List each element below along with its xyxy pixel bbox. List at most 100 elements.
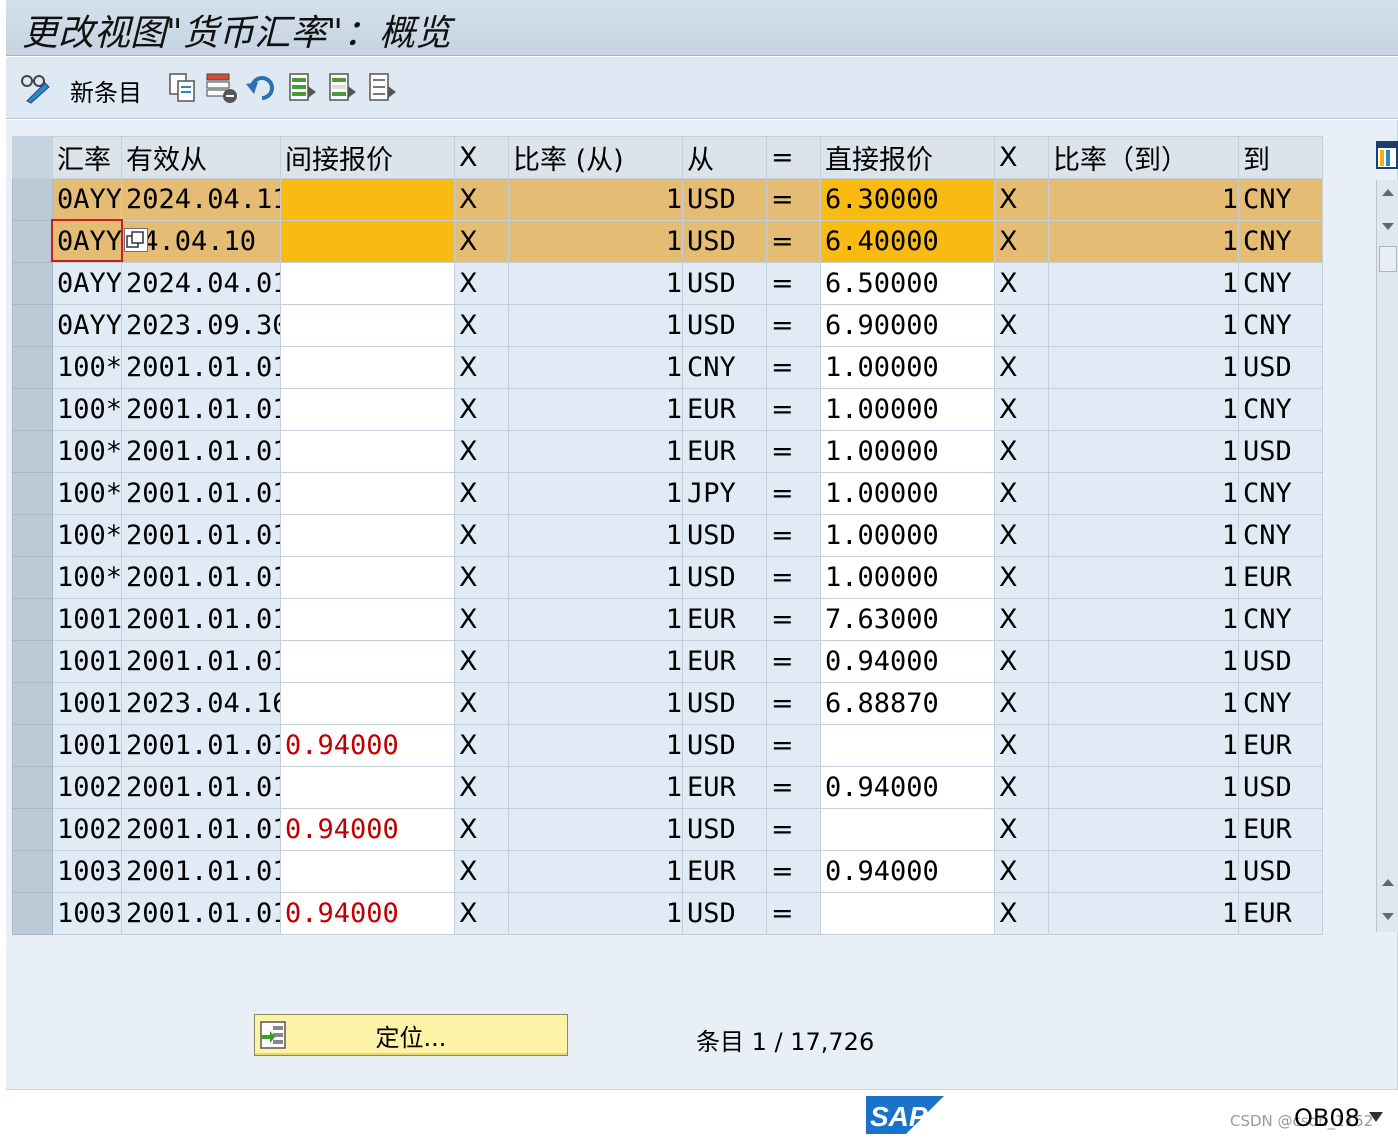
indirect-quote-cell[interactable] xyxy=(280,682,455,725)
select-all-cell[interactable] xyxy=(12,136,53,179)
direct-quote-cell[interactable] xyxy=(820,724,995,767)
row-selector[interactable] xyxy=(12,892,53,935)
table-row[interactable]: 1002 2001.01.01 0.94000 X 1 USD = X 1 EUR xyxy=(12,808,1323,851)
table-row[interactable]: 1002 2001.01.01 X 1 EUR = 0.94000 X 1 USD xyxy=(12,766,1323,809)
direct-quote-cell[interactable]: 6.90000 xyxy=(820,304,995,347)
row-selector[interactable] xyxy=(12,220,53,263)
column-header-rate-type[interactable]: 汇率 xyxy=(52,136,122,179)
indirect-quote-cell[interactable] xyxy=(280,304,455,347)
vertical-scrollbar[interactable] xyxy=(1376,180,1398,932)
table-row[interactable]: 1001 2001.01.01 X 1 EUR = 0.94000 X 1 USD xyxy=(12,640,1323,683)
column-header-ratio-from[interactable]: 比率 (从) xyxy=(508,136,683,179)
row-selector[interactable] xyxy=(12,388,53,431)
direct-quote-cell[interactable]: 1.00000 xyxy=(820,514,995,557)
indirect-quote-cell[interactable]: 0.94000 xyxy=(280,808,455,851)
row-selector[interactable] xyxy=(12,850,53,893)
row-selector[interactable] xyxy=(12,724,53,767)
table-row[interactable]: 100* 2001.01.01 X 1 JPY = 1.00000 X 1 CNY xyxy=(12,472,1323,515)
new-entries-button[interactable]: 新条目 xyxy=(70,73,142,108)
undo-icon[interactable] xyxy=(244,71,280,105)
row-selector[interactable] xyxy=(12,304,53,347)
indirect-quote-cell[interactable] xyxy=(280,220,455,263)
display-change-icon[interactable] xyxy=(18,71,54,105)
table-row[interactable]: 100* 2001.01.01 X 1 USD = 1.00000 X 1 EUR xyxy=(12,556,1323,599)
scroll-bottom-icon[interactable] xyxy=(1381,910,1395,922)
direct-quote-cell[interactable]: 0.94000 xyxy=(820,640,995,683)
table-row[interactable]: 1003 2001.01.01 X 1 EUR = 0.94000 X 1 USD xyxy=(12,850,1323,893)
table-row[interactable]: 0AYY 24.04.10 X 1 USD = 6.40000 X 1 CNY xyxy=(12,220,1323,263)
row-selector[interactable] xyxy=(12,178,53,221)
direct-quote-cell[interactable] xyxy=(820,892,995,935)
row-selector[interactable] xyxy=(12,640,53,683)
table-row[interactable]: 0AYY 2023.09.30 X 1 USD = 6.90000 X 1 CNY xyxy=(12,304,1323,347)
direct-quote-cell[interactable]: 6.40000 xyxy=(820,220,995,263)
column-header-ratio-to[interactable]: 比率（到） xyxy=(1048,136,1239,179)
indirect-quote-cell[interactable] xyxy=(280,766,455,809)
column-header-indirect-quote[interactable]: 间接报价 xyxy=(280,136,455,179)
direct-quote-cell[interactable]: 7.63000 xyxy=(820,598,995,641)
indirect-quote-cell[interactable]: 0.94000 xyxy=(280,724,455,767)
table-row[interactable]: 100* 2001.01.01 X 1 CNY = 1.00000 X 1 USD xyxy=(12,346,1323,389)
row-selector[interactable] xyxy=(12,430,53,473)
table-row[interactable]: 100* 2001.01.01 X 1 EUR = 1.00000 X 1 CNY xyxy=(12,388,1323,431)
select-block-icon[interactable] xyxy=(326,71,360,105)
indirect-quote-cell[interactable] xyxy=(280,388,455,431)
scroll-up-icon[interactable] xyxy=(1381,220,1395,232)
row-selector[interactable] xyxy=(12,262,53,305)
indirect-quote-cell[interactable] xyxy=(280,262,455,305)
direct-quote-cell[interactable]: 6.50000 xyxy=(820,262,995,305)
indirect-quote-cell[interactable]: 0.94000 xyxy=(280,892,455,935)
position-button[interactable]: 定位... xyxy=(254,1014,568,1056)
column-header-valid-from[interactable]: 有效从 xyxy=(121,136,281,179)
scroll-thumb[interactable] xyxy=(1379,246,1397,272)
indirect-quote-cell[interactable] xyxy=(280,178,455,221)
chevron-down-icon[interactable] xyxy=(1368,1110,1384,1124)
row-selector[interactable] xyxy=(12,472,53,515)
row-selector[interactable] xyxy=(12,598,53,641)
direct-quote-cell[interactable]: 1.00000 xyxy=(820,346,995,389)
row-selector[interactable] xyxy=(12,682,53,725)
table-row[interactable]: 1003 2001.01.01 0.94000 X 1 USD = X 1 EUR xyxy=(12,892,1323,935)
column-header-direct-quote[interactable]: 直接报价 xyxy=(820,136,995,179)
direct-quote-cell[interactable]: 6.88870 xyxy=(820,682,995,725)
column-header-to[interactable]: 到 xyxy=(1238,136,1323,179)
direct-quote-cell[interactable]: 0.94000 xyxy=(820,850,995,893)
table-row[interactable]: 100* 2001.01.01 X 1 EUR = 1.00000 X 1 USD xyxy=(12,430,1323,473)
indirect-quote-cell[interactable] xyxy=(280,640,455,683)
direct-quote-cell[interactable]: 1.00000 xyxy=(820,430,995,473)
delete-icon[interactable] xyxy=(204,71,240,105)
table-row[interactable]: 1001 2023.04.16 X 1 USD = 6.88870 X 1 CNY xyxy=(12,682,1323,725)
direct-quote-cell[interactable]: 1.00000 xyxy=(820,472,995,515)
deselect-all-icon[interactable] xyxy=(366,71,400,105)
indirect-quote-cell[interactable] xyxy=(280,430,455,473)
row-selector[interactable] xyxy=(12,514,53,557)
column-header-x1[interactable]: X xyxy=(454,136,509,179)
direct-quote-cell[interactable] xyxy=(820,808,995,851)
direct-quote-cell[interactable]: 1.00000 xyxy=(820,556,995,599)
copy-as-icon[interactable] xyxy=(166,71,200,105)
table-row[interactable]: 1001 2001.01.01 X 1 EUR = 7.63000 X 1 CNY xyxy=(12,598,1323,641)
indirect-quote-cell[interactable] xyxy=(280,514,455,557)
scroll-top-icon[interactable] xyxy=(1381,186,1395,198)
column-header-x2[interactable]: X xyxy=(994,136,1049,179)
row-selector[interactable] xyxy=(12,808,53,851)
indirect-quote-cell[interactable] xyxy=(280,472,455,515)
row-selector[interactable] xyxy=(12,346,53,389)
direct-quote-cell[interactable]: 6.30000 xyxy=(820,178,995,221)
table-row[interactable]: 1001 2001.01.01 0.94000 X 1 USD = X 1 EUR xyxy=(12,724,1323,767)
indirect-quote-cell[interactable] xyxy=(280,556,455,599)
indirect-quote-cell[interactable] xyxy=(280,850,455,893)
table-row[interactable]: 100* 2001.01.01 X 1 USD = 1.00000 X 1 CNY xyxy=(12,514,1323,557)
indirect-quote-cell[interactable] xyxy=(280,598,455,641)
column-settings-icon[interactable] xyxy=(1376,140,1398,172)
table-row[interactable]: 0AYY 2024.04.01 X 1 USD = 6.50000 X 1 CNY xyxy=(12,262,1323,305)
table-row[interactable]: 0AYY 2024.04.11 X 1 USD = 6.30000 X 1 CNY xyxy=(12,178,1323,221)
select-all-icon[interactable] xyxy=(286,71,320,105)
column-header-from[interactable]: 从 xyxy=(682,136,767,179)
indirect-quote-cell[interactable] xyxy=(280,346,455,389)
direct-quote-cell[interactable]: 0.94000 xyxy=(820,766,995,809)
column-header-equals[interactable]: = xyxy=(766,136,821,179)
direct-quote-cell[interactable]: 1.00000 xyxy=(820,388,995,431)
row-selector[interactable] xyxy=(12,766,53,809)
row-selector[interactable] xyxy=(12,556,53,599)
